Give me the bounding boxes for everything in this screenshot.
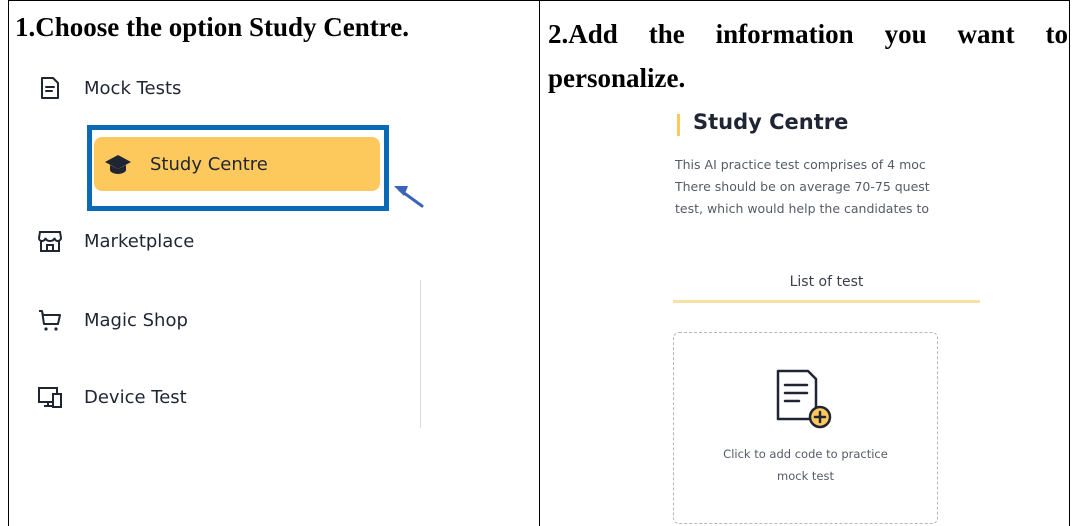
description-line: There should be on average 70-75 quest	[675, 179, 930, 194]
sidebar-item-marketplace[interactable]: Marketplace	[38, 216, 194, 266]
add-code-card[interactable]: Click to add code to practice mock test	[673, 332, 938, 524]
pointer-arrow-icon	[394, 186, 424, 208]
sidebar-item-label: Marketplace	[84, 230, 195, 252]
caption-line: Click to add code to practice	[723, 447, 888, 461]
sidebar-item-label: Study Centre	[150, 153, 268, 175]
sidebar-divider	[420, 280, 421, 428]
document-icon	[38, 76, 62, 100]
sidebar-item-label: Device Test	[84, 386, 187, 408]
sidebar-item-mock-tests[interactable]: Mock Tests	[38, 63, 181, 113]
store-icon	[38, 229, 62, 253]
caption-line: mock test	[777, 469, 834, 483]
description-line: test, which would help the candidates to	[675, 201, 930, 216]
add-document-icon	[776, 369, 832, 429]
sidebar-item-study-centre[interactable]: Study Centre	[94, 137, 380, 191]
sidebar-item-device-test[interactable]: Device Test	[38, 372, 187, 422]
graduation-cap-icon	[104, 152, 132, 176]
step1-heading: 1.Choose the option Study Centre.	[15, 12, 410, 42]
monitor-icon	[38, 385, 62, 409]
description: This AI practice test comprises of 4 moc…	[675, 154, 980, 220]
step2-heading: 2.Add the information you want to person…	[548, 12, 1068, 100]
cart-icon	[38, 308, 62, 332]
step2-heading-line1: 2.Add the information you want to	[548, 19, 1068, 49]
step2-heading-line2: personalize.	[548, 63, 686, 93]
title-accent-bar	[677, 114, 680, 136]
sidebar-item-magic-shop[interactable]: Magic Shop	[38, 295, 188, 345]
add-card-caption: Click to add code to practice mock test	[674, 443, 937, 487]
description-line: This AI practice test comprises of 4 moc	[675, 157, 926, 172]
tab-list-of-test[interactable]: List of test	[673, 265, 980, 303]
column-divider	[539, 0, 540, 526]
sidebar-item-label: Mock Tests	[84, 77, 182, 99]
sidebar-item-label: Magic Shop	[84, 309, 188, 331]
page-title: Study Centre	[693, 110, 849, 134]
